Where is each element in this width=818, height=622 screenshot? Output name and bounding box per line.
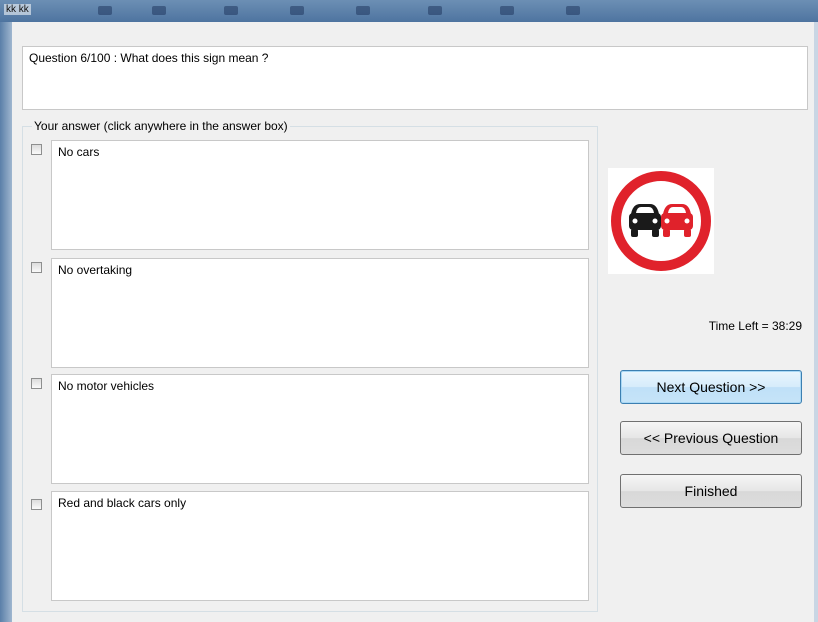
window-titlebar: kk kk <box>0 0 818 23</box>
answer-box-3[interactable]: No motor vehicles <box>51 374 589 484</box>
answer-label: No overtaking <box>58 263 133 277</box>
answer-box-4[interactable]: Red and black cars only <box>51 491 589 601</box>
answer-checkbox-1[interactable] <box>31 144 42 155</box>
quiz-window: Question 6/100 : What does this sign mea… <box>12 22 814 622</box>
titlebar-decoration <box>290 6 304 15</box>
next-question-button[interactable]: Next Question >> <box>620 370 802 404</box>
titlebar-decoration <box>152 6 166 15</box>
answer-label: No motor vehicles <box>58 379 155 393</box>
finished-button[interactable]: Finished <box>620 474 802 508</box>
titlebar-decoration <box>224 6 238 15</box>
answer-legend: Your answer (click anywhere in the answe… <box>32 119 290 133</box>
question-text: Question 6/100 : What does this sign mea… <box>29 51 269 65</box>
answer-checkbox-4[interactable] <box>31 499 42 510</box>
question-box: Question 6/100 : What does this sign mea… <box>22 46 808 110</box>
answer-label: Red and black cars only <box>58 496 187 510</box>
no-overtaking-sign-icon <box>611 171 711 271</box>
titlebar-decoration <box>98 6 112 15</box>
answer-checkbox-3[interactable] <box>31 378 42 389</box>
window-right-edge <box>814 22 818 622</box>
window-left-edge <box>0 22 12 622</box>
answer-checkbox-2[interactable] <box>31 262 42 273</box>
time-left: Time Left = 38:29 <box>708 319 802 333</box>
sign-image <box>608 168 714 274</box>
titlebar-decoration <box>428 6 442 15</box>
titlebar-decoration <box>566 6 580 15</box>
titlebar-decoration <box>356 6 370 15</box>
answer-box-2[interactable]: No overtaking <box>51 258 589 368</box>
answer-box-1[interactable]: No cars <box>51 140 589 250</box>
titlebar-decoration <box>500 6 514 15</box>
previous-question-button[interactable]: << Previous Question <box>620 421 802 455</box>
window-title: kk kk <box>4 4 31 15</box>
answer-label: No cars <box>58 145 100 159</box>
